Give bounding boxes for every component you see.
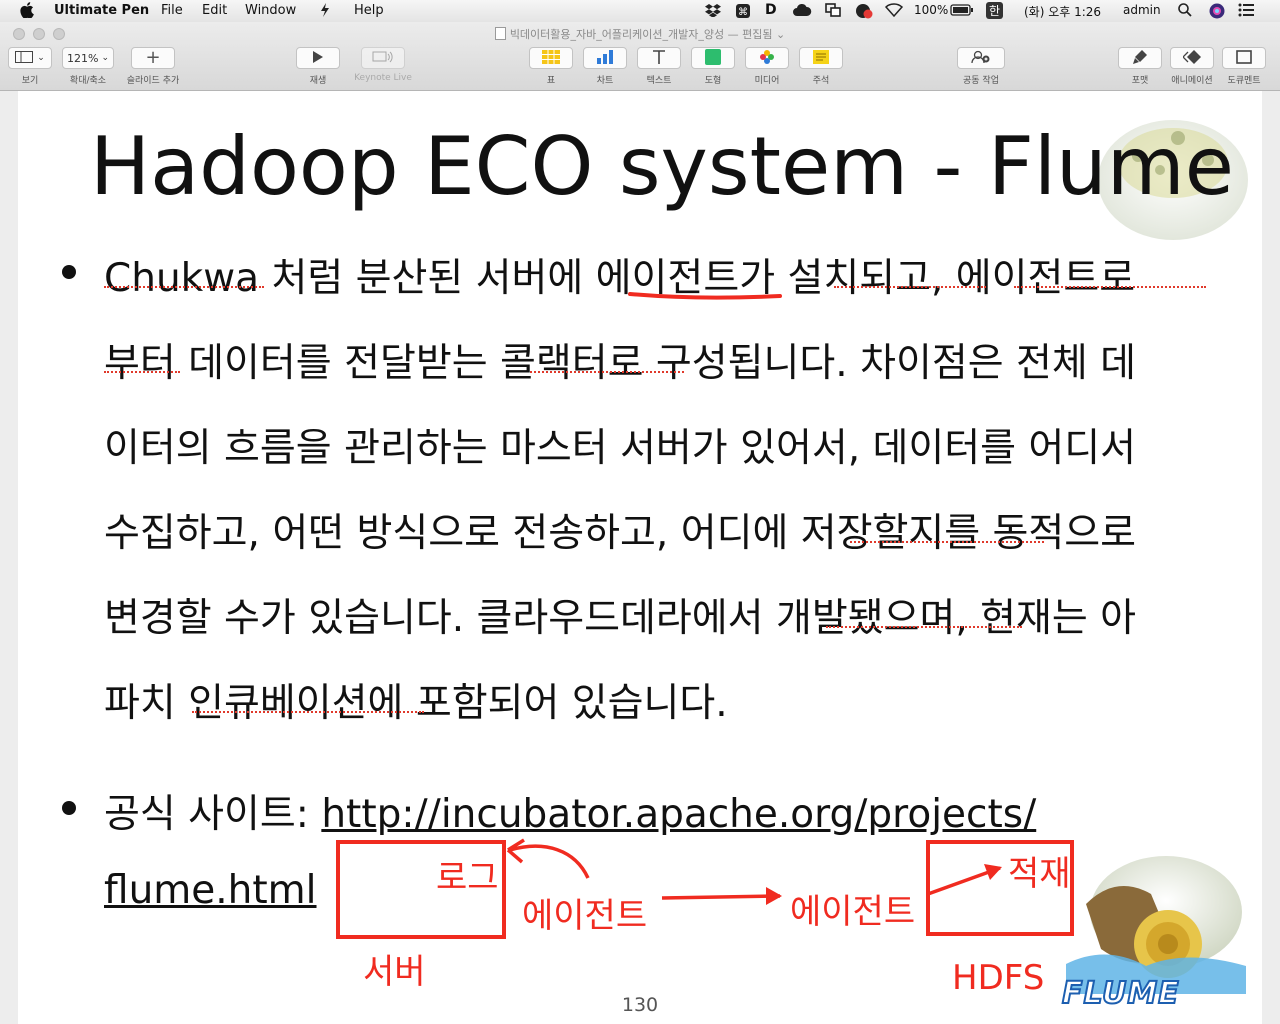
arrow-agent-to-agent <box>661 894 781 900</box>
arrowhead <box>506 838 525 864</box>
flume-logo-image: FLUME <box>1056 854 1256 1014</box>
page-number: 130 <box>621 994 659 1016</box>
flume-logo-text: FLUME <box>1061 975 1180 1012</box>
arrowhead <box>766 887 782 905</box>
